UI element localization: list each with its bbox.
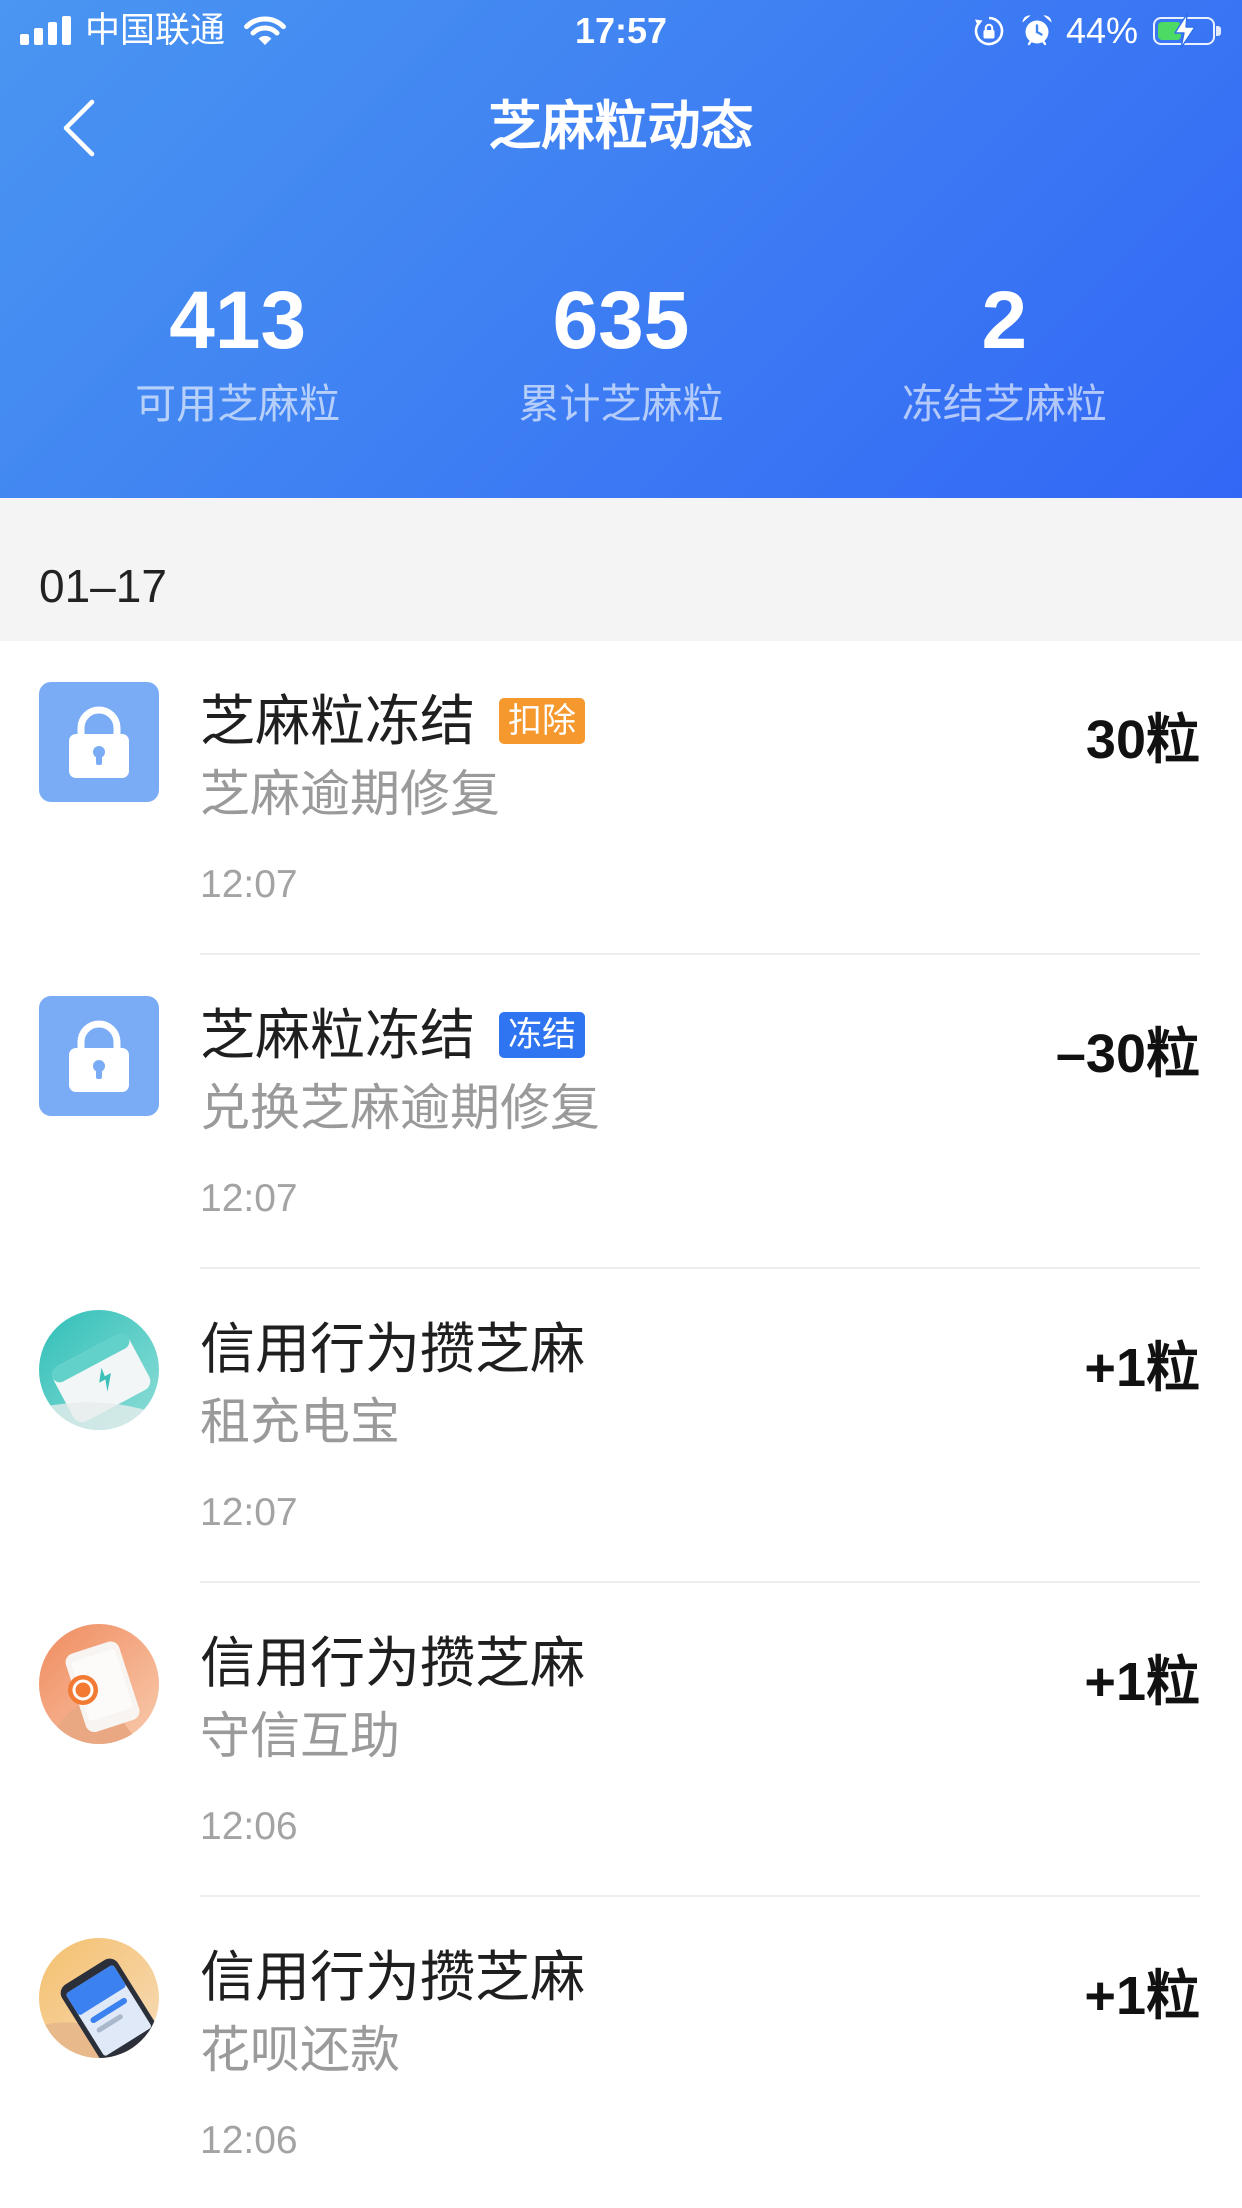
back-button[interactable]: [44, 88, 114, 168]
record-amount: +1粒: [1084, 1338, 1200, 1398]
record-title-line: 芝麻粒冻结 冻结: [200, 1002, 586, 1068]
mutual-aid-icon: [39, 1624, 159, 1744]
lock-icon: [39, 996, 159, 1116]
record-subtitle: 兑换芝麻逾期修复: [200, 1080, 600, 1136]
record-row: 信用行为攒芝麻 租充电宝 12:07 +1粒: [0, 1269, 1242, 1583]
battery-percent: 44%: [1066, 10, 1139, 51]
record-time: 12:06: [200, 1805, 298, 1848]
record-title-line: 信用行为攒芝麻: [200, 1630, 585, 1696]
rotation-lock-icon: [973, 15, 1005, 47]
record-time: 12:07: [200, 1177, 298, 1220]
record-row: 信用行为攒芝麻 花呗还款 12:06 +1粒: [0, 1897, 1242, 2208]
header: 中国联通 17:57 44% 芝麻粒动态 413 可用芝麻粒 635 累计芝麻粒…: [0, 0, 1242, 498]
power-bank-icon: [39, 1310, 159, 1430]
battery-nub: [1216, 26, 1221, 36]
record-subtitle: 芝麻逾期修复: [200, 766, 500, 822]
chevron-left-icon: [63, 99, 95, 157]
record-row: 芝麻粒冻结 冻结 兑换芝麻逾期修复 12:07 –30粒: [0, 955, 1242, 1269]
record-amount: +1粒: [1084, 1652, 1200, 1712]
stat-total: 635 累计芝麻粒: [429, 271, 812, 429]
stat-value: 635: [552, 275, 690, 366]
stat-available: 413 可用芝麻粒: [46, 271, 429, 429]
date-label: 01–17: [39, 560, 167, 612]
record-subtitle: 守信互助: [200, 1708, 400, 1764]
status-bar: 中国联通 17:57 44%: [0, 0, 1242, 62]
record-subtitle: 花呗还款: [200, 2022, 400, 2078]
lock-icon: [39, 682, 159, 802]
date-section: 01–17: [0, 498, 1242, 641]
huabei-repay-icon: [39, 1938, 159, 2058]
stat-value: 413: [169, 275, 307, 366]
status-time: 17:57: [574, 10, 668, 51]
record-title: 信用行为攒芝麻: [200, 1632, 586, 1694]
record-title: 信用行为攒芝麻: [200, 1946, 586, 2008]
alarm-icon: [1020, 13, 1054, 47]
record-title-line: 信用行为攒芝麻: [200, 1944, 585, 2010]
record-time: 12:07: [200, 863, 298, 906]
record-title: 芝麻粒冻结: [200, 1004, 476, 1066]
record-list: 芝麻粒冻结 扣除 芝麻逾期修复 12:07 30粒 芝麻粒冻结 冻结 兑换芝麻逾…: [0, 641, 1242, 2208]
record-row: 芝麻粒冻结 扣除 芝麻逾期修复 12:07 30粒: [0, 641, 1242, 955]
wifi-icon: [241, 13, 289, 47]
record-tag: 冻结: [499, 1012, 586, 1058]
record-amount: 30粒: [1085, 710, 1200, 770]
record-title: 信用行为攒芝麻: [200, 1318, 586, 1380]
page-title: 芝麻粒动态: [488, 97, 754, 156]
record-time: 12:07: [200, 1491, 298, 1534]
stat-label: 冻结芝麻粒: [901, 381, 1107, 427]
stat-label: 可用芝麻粒: [135, 381, 341, 427]
record-tag: 扣除: [499, 698, 586, 744]
record-amount: +1粒: [1084, 1966, 1200, 2026]
record-amount: –30粒: [1055, 1024, 1200, 1084]
stat-value: 2: [981, 275, 1028, 366]
record-subtitle: 租充电宝: [200, 1394, 400, 1450]
stat-frozen: 2 冻结芝麻粒: [813, 271, 1196, 429]
charging-bolt-icon: [1172, 13, 1198, 49]
stat-label: 累计芝麻粒: [518, 381, 724, 427]
sesame-stats: 413 可用芝麻粒 635 累计芝麻粒 2 冻结芝麻粒: [46, 271, 1196, 429]
record-title-line: 信用行为攒芝麻: [200, 1316, 585, 1382]
record-row: 信用行为攒芝麻 守信互助 12:06 +1粒: [0, 1583, 1242, 1897]
carrier-name: 中国联通: [85, 11, 226, 50]
record-title: 芝麻粒冻结: [200, 690, 476, 752]
record-time: 12:06: [200, 2119, 298, 2162]
record-title-line: 芝麻粒冻结 扣除: [200, 688, 586, 754]
signal-icon: [20, 16, 71, 45]
